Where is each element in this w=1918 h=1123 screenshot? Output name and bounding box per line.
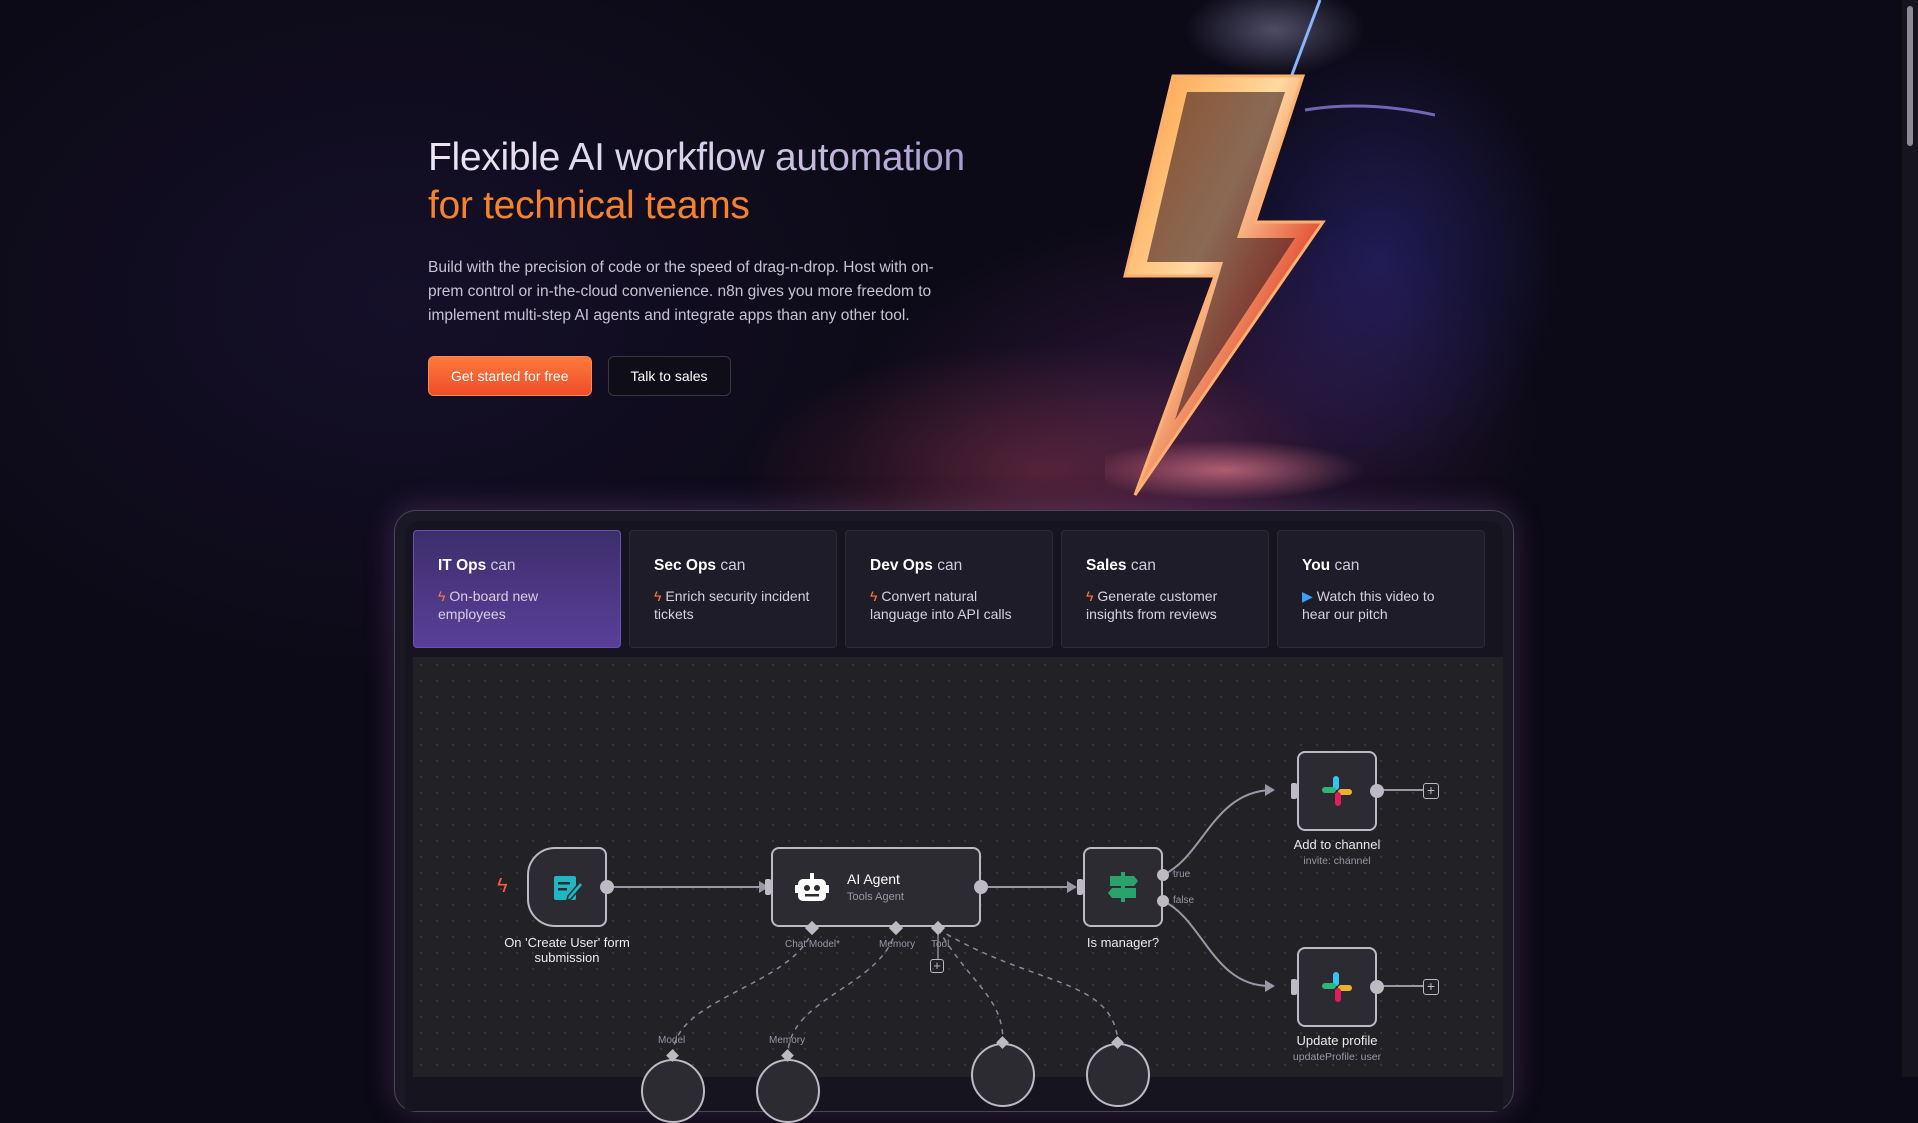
- add-tool-button[interactable]: +: [930, 959, 944, 973]
- tab-action: Convert natural language into API calls: [870, 588, 1012, 622]
- tab-can: can: [937, 557, 963, 574]
- tab-action: Watch this video to hear our pitch: [1302, 588, 1435, 622]
- bolt-icon: ϟ: [438, 588, 446, 604]
- tab-can: can: [1334, 557, 1360, 574]
- slack-icon: [1322, 972, 1352, 1002]
- signpost-icon: [1108, 872, 1138, 902]
- trigger-node-label: On 'Create User' form submission: [504, 935, 630, 965]
- form-icon: [554, 876, 584, 902]
- tab-team: IT Ops: [438, 557, 487, 574]
- agent-output-port[interactable]: [974, 880, 988, 894]
- bolt-icon: ϟ: [654, 588, 662, 604]
- sub-node-label-memory: Memory: [769, 1035, 806, 1046]
- slack-add-output-port[interactable]: [1370, 784, 1384, 798]
- tab-title: Dev Ops can: [870, 557, 1028, 575]
- use-case-tabs: IT Ops can ϟ On-board new employees Sec O…: [413, 530, 1485, 648]
- ai-agent-title: AI Agent: [847, 871, 900, 887]
- slack-add-sublabel: invite: channel: [1303, 855, 1371, 867]
- add-node-button[interactable]: +: [1423, 979, 1439, 995]
- get-started-button[interactable]: Get started for free: [428, 356, 592, 396]
- slack-update-profile-node[interactable]: [1297, 947, 1377, 1027]
- tab-team: Sales: [1086, 557, 1127, 574]
- tab-title: Sales can: [1086, 557, 1244, 575]
- slack-update-sublabel: updateProfile: user: [1292, 1051, 1382, 1063]
- tab-action: Enrich security incident tickets: [654, 588, 810, 622]
- ai-agent-subtitle: Tools Agent: [847, 891, 904, 903]
- tab-description: ϟ Generate customer insights from reviews: [1086, 587, 1244, 623]
- cta-row: Get started for free Talk to sales: [428, 356, 1028, 396]
- tab-description: ϟ Convert natural language into API calls: [870, 587, 1028, 623]
- tab-can: can: [720, 557, 746, 574]
- port-label-chat-model: Chat Model*: [785, 939, 841, 950]
- add-node-button[interactable]: +: [1423, 783, 1439, 799]
- bolt-icon: ϟ: [1086, 588, 1094, 604]
- tab-can: can: [1130, 557, 1156, 574]
- tab-action: On-board new employees: [438, 588, 539, 622]
- tab-description: ϟ On-board new employees: [438, 587, 596, 623]
- if-input-port[interactable]: [1077, 879, 1083, 895]
- sub-node-tool-1[interactable]: [971, 1043, 1035, 1107]
- tab-team: Dev Ops: [870, 557, 933, 574]
- if-node-label: Is manager?: [1086, 935, 1160, 950]
- tab-description: ϟ Enrich security incident tickets: [654, 587, 812, 623]
- tab-dev-ops[interactable]: Dev Ops can ϟ Convert natural language in…: [845, 530, 1053, 648]
- trigger-output-port[interactable]: [600, 880, 614, 894]
- port-label-memory: Memory: [879, 939, 916, 950]
- if-node[interactable]: [1083, 847, 1163, 927]
- hero-section: Flexible AI workflow automation for tech…: [428, 134, 1028, 396]
- slack-add-input-port[interactable]: [1291, 783, 1297, 799]
- tab-title: IT Ops can: [438, 557, 596, 575]
- slack-add-label: Add to channel: [1293, 837, 1381, 852]
- port-label-tool: Tool: [931, 939, 950, 950]
- slack-update-label: Update profile: [1296, 1033, 1378, 1048]
- robot-icon: [795, 873, 829, 901]
- ai-agent-node[interactable]: AI Agent Tools Agent: [771, 847, 981, 927]
- play-icon: ▶: [1302, 588, 1313, 604]
- bolt-icon: ϟ: [870, 588, 878, 604]
- trigger-bolt-icon: ϟ: [497, 875, 508, 897]
- true-output-port[interactable]: [1157, 869, 1169, 881]
- trigger-node[interactable]: [527, 847, 607, 927]
- false-output-port[interactable]: [1157, 895, 1169, 907]
- slack-icon: [1322, 776, 1352, 806]
- talk-to-sales-button[interactable]: Talk to sales: [607, 356, 731, 396]
- tab-team: You: [1302, 557, 1331, 574]
- tab-sec-ops[interactable]: Sec Ops can ϟ Enrich security incident ti…: [629, 530, 837, 648]
- tab-team: Sec Ops: [654, 557, 717, 574]
- hero-title-line2: for technical teams: [428, 184, 750, 227]
- hero-title: Flexible AI workflow automation for tech…: [428, 134, 1028, 230]
- tab-title: Sec Ops can: [654, 557, 812, 575]
- page-scrollbar[interactable]: [1902, 0, 1918, 1077]
- tab-description: ▶ Watch this video to hear our pitch: [1302, 587, 1460, 623]
- slack-update-input-port[interactable]: [1291, 979, 1297, 995]
- lightning-bolt-illustration: [1105, 0, 1435, 500]
- sub-node-label-model: Model: [658, 1035, 686, 1046]
- tab-title: You can: [1302, 557, 1460, 575]
- agent-input-port[interactable]: [765, 879, 771, 895]
- sub-node-memory[interactable]: [756, 1059, 820, 1123]
- tab-you[interactable]: You can ▶ Watch this video to hear our pi…: [1277, 530, 1485, 648]
- sub-node-tool-2[interactable]: [1086, 1043, 1150, 1107]
- branch-label-false: false: [1173, 895, 1195, 906]
- workflow-canvas[interactable]: ϟ On 'Create User' form submission AI Ag…: [413, 657, 1503, 1123]
- hero-description: Build with the precision of code or the …: [428, 259, 934, 324]
- sub-node-model[interactable]: [641, 1059, 705, 1123]
- branch-label-true: true: [1173, 869, 1191, 880]
- scrollbar-thumb[interactable]: [1907, 6, 1913, 146]
- tab-sales[interactable]: Sales can ϟ Generate customer insights fr…: [1061, 530, 1269, 648]
- slack-update-output-port[interactable]: [1370, 980, 1384, 994]
- hero-title-line1: Flexible AI workflow automation: [428, 136, 965, 179]
- tab-it-ops[interactable]: IT Ops can ϟ On-board new employees: [413, 530, 621, 648]
- slack-add-channel-node[interactable]: [1297, 751, 1377, 831]
- tab-can: can: [490, 557, 516, 574]
- tab-action: Generate customer insights from reviews: [1086, 588, 1218, 622]
